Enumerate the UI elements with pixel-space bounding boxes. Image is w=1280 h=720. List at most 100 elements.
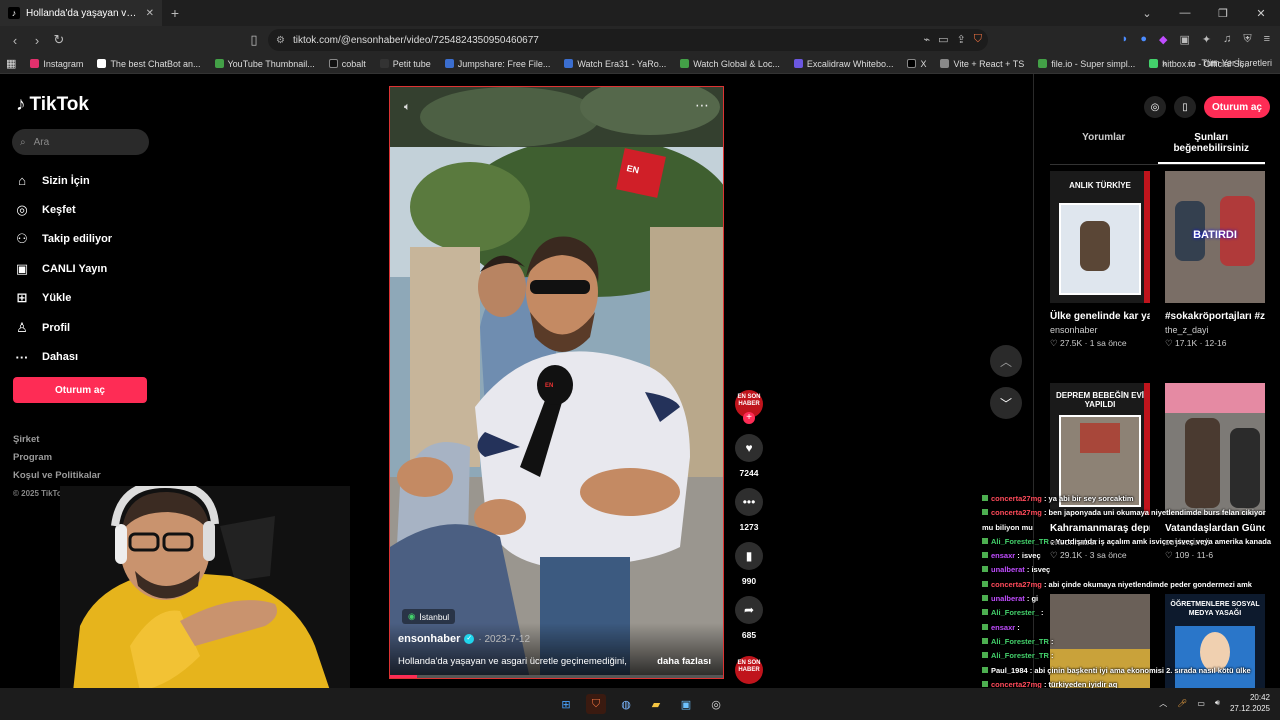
new-tab-button[interactable]: + (162, 5, 188, 21)
reload-icon[interactable]: ↻ (48, 32, 70, 48)
apps-grid-icon[interactable]: ▦ (6, 57, 16, 70)
bookmark-item[interactable]: The best ChatBot an... (97, 59, 201, 69)
bookmark-page-icon[interactable]: ▯ (243, 32, 265, 48)
obs-icon[interactable]: ◎ (706, 694, 726, 714)
video-progress-bar[interactable] (390, 675, 723, 678)
file-explorer-icon[interactable]: ▰ (646, 694, 666, 714)
sidebar-item-upload[interactable]: ⊞ Yükle (14, 284, 112, 313)
comment-action[interactable]: ••• 1273 (734, 488, 764, 532)
more-caption-link[interactable]: daha fazlası (657, 656, 711, 667)
bookmark-icon[interactable]: ▮ (735, 542, 763, 570)
bookmark-item[interactable]: cobalt (328, 59, 366, 69)
brave-browser-icon[interactable]: ⛉ (586, 694, 606, 714)
volume-tray-icon[interactable]: 🔊︎ (1215, 698, 1220, 708)
chat-message: Ali_Forester_TR : Yurtdışında iş açalım … (982, 535, 1272, 549)
heart-icon[interactable]: ♥ (735, 434, 763, 462)
sidebar-item-explore[interactable]: ◎ Keşfet (14, 195, 112, 224)
bookmark-item[interactable]: Excalidraw Whitebo... (793, 59, 893, 69)
next-video-button[interactable]: ﹀ (990, 387, 1022, 419)
browser-tab[interactable]: ♪ Hollanda'da yaşayan ve asgari ü... ✕ (0, 0, 162, 26)
follow-plus-icon[interactable]: + (743, 412, 755, 424)
chat-message: concerta27mg : abi çinde okumaya niyetle… (982, 578, 1272, 592)
video-progress-fill (390, 675, 417, 678)
site-settings-icon[interactable]: ⚙ (276, 35, 285, 46)
brave-shield-icon[interactable]: ⛉ (974, 33, 982, 46)
bookmark-item[interactable]: Watch Global & Loc... (680, 59, 780, 69)
back-icon[interactable]: ‹ (4, 33, 26, 48)
menu-icon[interactable]: ≡ (1264, 33, 1270, 46)
bookmark-item[interactable]: Instagram (30, 59, 83, 69)
share-arrow-icon[interactable]: ➦ (735, 596, 763, 624)
tray-expand-icon[interactable]: ︿ (1159, 698, 1167, 709)
maximize-button[interactable]: ❐ (1204, 0, 1242, 26)
sidebar-item-following[interactable]: ⚇ Takip ediliyor (14, 225, 112, 254)
close-tab-icon[interactable]: ✕ (146, 8, 154, 19)
photos-icon[interactable]: ▣ (676, 694, 696, 714)
sidebar-toggle-icon[interactable]: ▣ (1179, 33, 1189, 46)
chat-username: Ali_Forester_TR (991, 636, 1049, 646)
footer-link[interactable]: Şirket (13, 431, 101, 449)
search-input[interactable]: ⌕ Ara (12, 129, 149, 155)
video-player[interactable]: EN EN 🔈︎ ⋯ ◉ İstanbul ensonhaber ✓ · 202… (389, 86, 724, 679)
sidebar-item-for-you[interactable]: ⌂ Sizin İçin (14, 166, 112, 195)
share-icon[interactable]: ⇪ (957, 33, 966, 46)
tab-title: Hollanda'da yaşayan ve asgari ü... (26, 7, 140, 19)
network-icon[interactable]: ▭ (1197, 699, 1205, 708)
extensions-icon[interactable]: ✦ (1202, 33, 1211, 46)
bookmark-item[interactable]: Vite + React + TS (940, 59, 1024, 69)
share-action[interactable]: ➦ 685 (734, 596, 764, 640)
vpn-icon[interactable]: ● (1140, 33, 1147, 46)
footer-link[interactable]: Program (13, 449, 101, 467)
bookmark-item[interactable]: YouTube Thumbnail... (214, 59, 315, 69)
clock[interactable]: 20:42 27.12.2025 (1230, 692, 1270, 714)
sound-avatar[interactable]: EN SON HABER (735, 656, 763, 684)
steam-icon[interactable]: ◍ (616, 694, 636, 714)
bookmark-item[interactable]: Watch Era31 - YaRo... (564, 59, 666, 69)
tab-comments[interactable]: Yorumlar (1050, 132, 1158, 164)
tiktok-logo[interactable]: ♪ TikTok (16, 94, 89, 116)
close-window-button[interactable]: ✕ (1242, 0, 1280, 26)
media-icon[interactable]: ♫ (1223, 33, 1231, 46)
chat-username: concerta27mg (991, 508, 1042, 518)
tab-search-icon[interactable]: ⌄ (1128, 0, 1166, 26)
right-login-button[interactable]: Oturum aç (1203, 96, 1270, 118)
save-action[interactable]: ▮ 990 (734, 542, 764, 586)
all-bookmarks-link[interactable]: Tüm Yer İşaretleri (1201, 58, 1272, 69)
location-tag[interactable]: ◉ İstanbul (402, 609, 456, 624)
forward-icon[interactable]: › (26, 33, 48, 48)
location-pin-icon: ◉ (408, 611, 416, 621)
bookmark-item[interactable]: file.io - Super simpl... (1038, 59, 1135, 69)
microphone-icon[interactable]: 🎤︎ (1177, 699, 1187, 708)
extension-icon[interactable]: ◗ (1122, 33, 1129, 46)
chat-badge-icon (982, 495, 988, 501)
chat-badge-icon (982, 609, 988, 616)
volume-icon[interactable]: 🔈︎ (404, 101, 411, 114)
bookmark-item[interactable]: Petit tube (379, 59, 431, 69)
wallet-icon[interactable]: ◆ (1159, 33, 1167, 46)
footer-link[interactable]: Koşul ve Politikalar (13, 467, 101, 485)
screen-icon[interactable]: ▭ (938, 33, 948, 46)
compass-small-icon[interactable]: ◎ (1143, 96, 1166, 118)
bookmark-item[interactable]: Jumpshare: Free File... (444, 59, 550, 69)
comment-icon[interactable]: ••• (735, 488, 763, 516)
shield-icon[interactable]: ⛨ (1243, 33, 1251, 46)
login-button[interactable]: Oturum aç (13, 377, 147, 403)
sidebar-item-live[interactable]: ▣ CANLI Yayın (14, 254, 112, 283)
recommended-card[interactable]: BATIRDI #sokakröportajları #zdayı #imamo… (1165, 171, 1265, 349)
chevron-right-icon[interactable]: » (1162, 58, 1167, 69)
recommended-card[interactable]: ANLIK TÜRKİYE Ülke genelinde kar yağışı … (1050, 171, 1150, 349)
like-action[interactable]: ♥ 7244 (734, 434, 764, 478)
windows-start-icon[interactable]: ⊞ (556, 694, 576, 714)
previous-video-button[interactable]: ︿ (990, 345, 1022, 377)
phone-icon[interactable]: ▯ (1173, 96, 1196, 118)
url-bar[interactable]: ⚙ tiktok.com/@ensonhaber/video/725482435… (268, 29, 988, 51)
chat-badge-icon (982, 537, 988, 544)
video-author[interactable]: ensonhaber ✓ · 2023-7-12 (398, 633, 530, 645)
minimize-button[interactable]: — (1166, 0, 1204, 26)
sidebar-item-profile[interactable]: ♙ Profil (14, 313, 112, 342)
tab-recommended[interactable]: Şunları beğenebilirsiniz (1157, 132, 1265, 164)
cast-icon[interactable]: ⌁ (924, 33, 931, 46)
sidebar-item-more[interactable]: ··· Dahası (14, 342, 112, 371)
bookmark-item[interactable]: X (907, 59, 926, 69)
more-options-icon[interactable]: ⋯ (695, 97, 709, 114)
